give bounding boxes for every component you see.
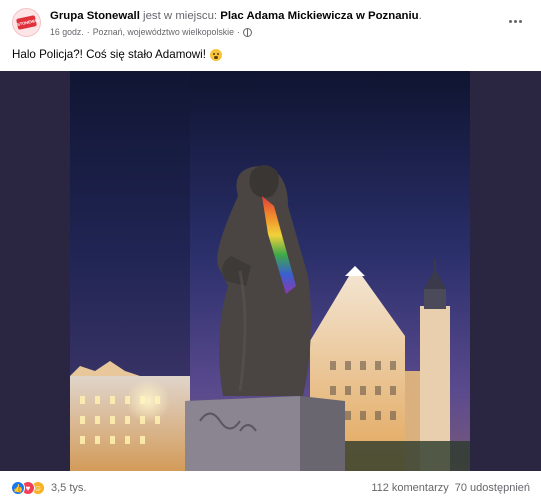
more-horizontal-icon (508, 19, 512, 23)
post-text: Halo Policja?! Coś się stało Adamowi! (12, 48, 206, 61)
post-timestamp[interactable]: 16 godz. (50, 27, 84, 37)
post-header: STONEWALL Grupa Stonewall jest w miejscu… (0, 0, 541, 44)
place-link[interactable]: Plac Adama Mickiewicza w Poznaniu (220, 10, 418, 22)
page-avatar[interactable]: STONEWALL (12, 8, 41, 37)
worried-face-emoji (209, 48, 222, 61)
place-suffix: . (418, 10, 422, 22)
post-footer: 👍 ♥ ☺ 3,5 tys. 112 komentarzy 70 udostęp… (0, 474, 541, 503)
comments-count-link[interactable]: 112 komentarzy (371, 482, 448, 494)
photo-illustration (0, 71, 541, 471)
stonewall-logo-icon: STONEWALL (16, 15, 40, 30)
post-location: Poznań, województwo wielkopolskie (92, 27, 235, 37)
meta-separator: · (86, 27, 90, 37)
post-body: Halo Policja?! Coś się stało Adamowi! (12, 48, 222, 61)
post-title-line: Grupa Stonewall jest w miejscu: Plac Ada… (50, 10, 422, 22)
reaction-count: 3,5 tys. (51, 482, 87, 494)
post-photo[interactable] (0, 71, 541, 471)
globe-icon[interactable] (242, 27, 252, 37)
post-meta: 16 godz. · Poznań, województwo wielkopol… (50, 27, 252, 37)
reactions-summary[interactable]: 👍 ♥ ☺ 3,5 tys. (11, 481, 86, 495)
like-icon: 👍 (11, 481, 25, 495)
checkin-connector: jest w miejscu: (139, 10, 221, 22)
engagement-counts: 112 komentarzy 70 udostępnień (371, 482, 530, 494)
shares-count-link[interactable]: 70 udostępnień (455, 482, 530, 494)
meta-separator-2: · (237, 27, 240, 37)
more-options-button[interactable] (503, 12, 527, 30)
author-name-link[interactable]: Grupa Stonewall (50, 10, 140, 22)
